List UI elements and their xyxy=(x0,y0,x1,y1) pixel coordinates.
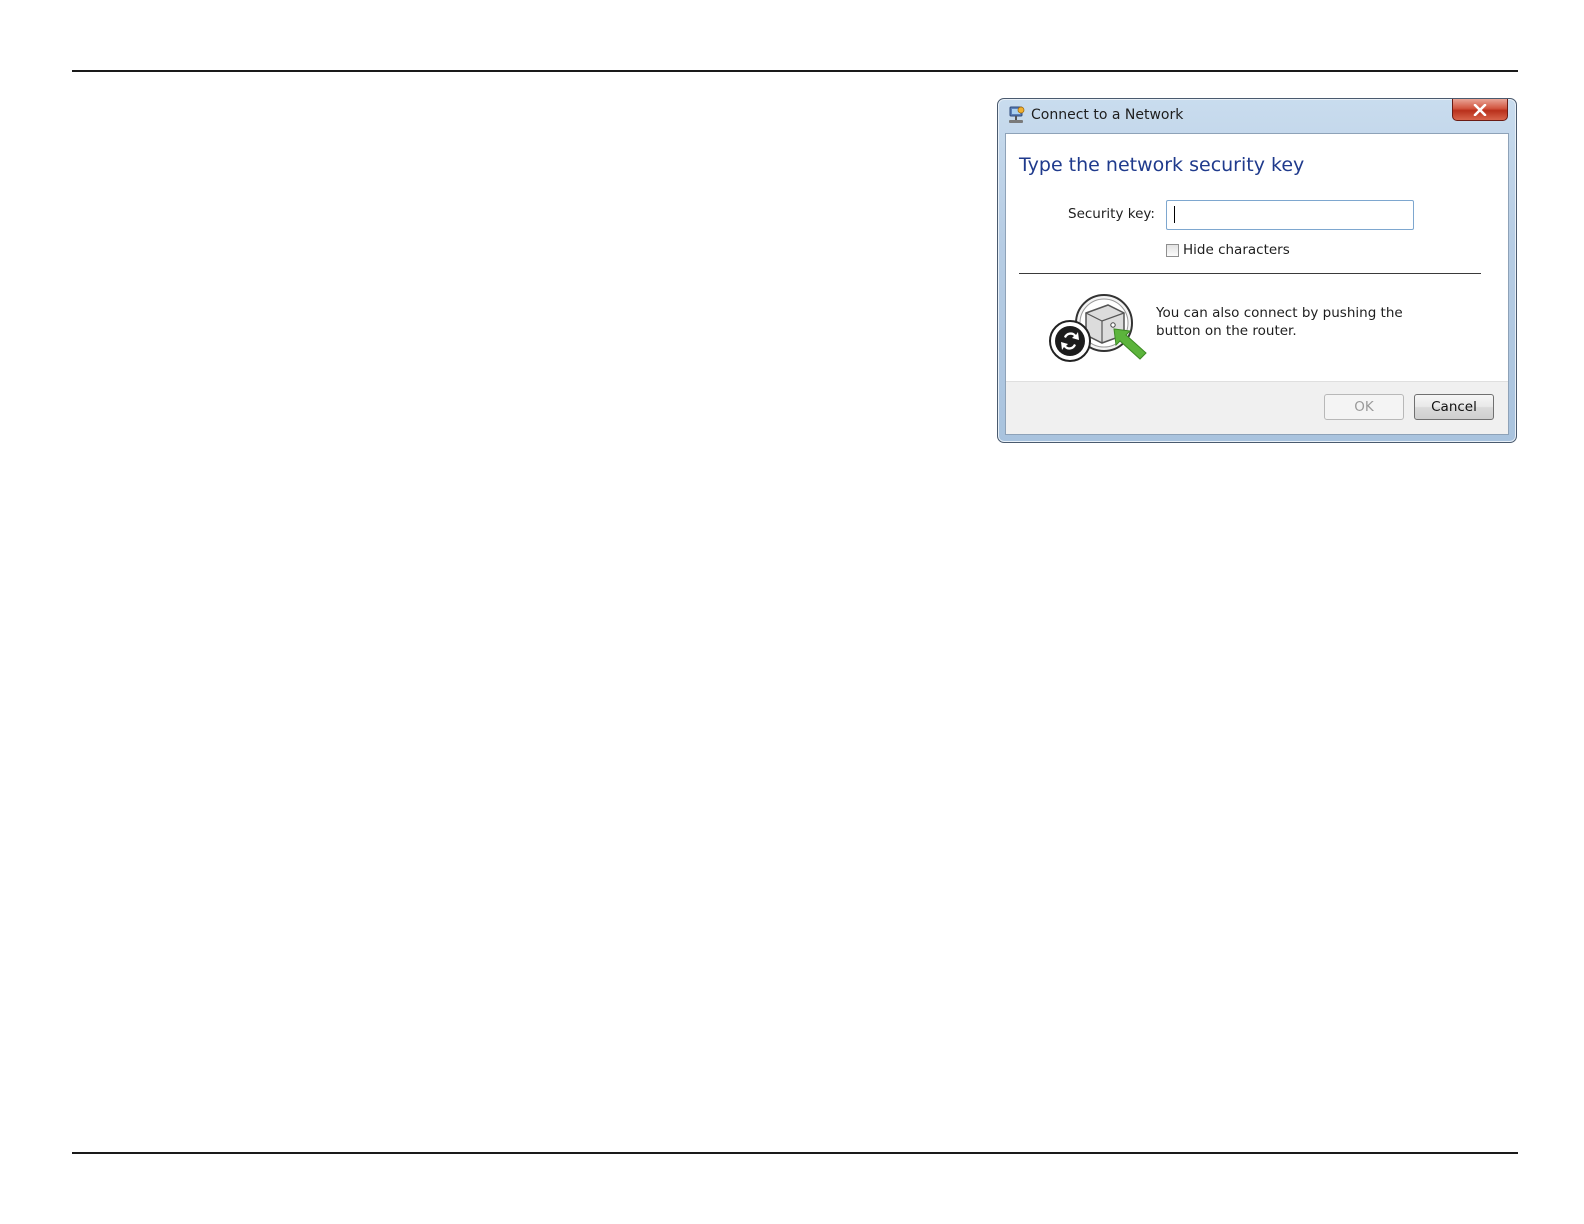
close-icon xyxy=(1473,103,1487,116)
security-key-input[interactable] xyxy=(1166,200,1414,230)
bottom-page-rule xyxy=(72,1152,1518,1154)
dialog-content: Type the network security key Security k… xyxy=(1005,133,1509,435)
dialog-footer: OK Cancel xyxy=(1006,381,1508,434)
network-icon xyxy=(1007,106,1025,124)
top-page-rule xyxy=(72,70,1518,72)
dialog-titlebar[interactable]: Connect to a Network xyxy=(998,99,1516,133)
close-button[interactable] xyxy=(1452,99,1508,121)
dialog-heading: Type the network security key xyxy=(1019,154,1305,176)
ok-button[interactable]: OK xyxy=(1324,394,1404,420)
hide-characters-checkbox[interactable] xyxy=(1166,243,1179,257)
wps-router-push-button-icon xyxy=(1046,291,1151,369)
section-divider xyxy=(1019,273,1481,274)
wps-message: You can also connect by pushing the butt… xyxy=(1156,305,1403,339)
text-caret xyxy=(1174,206,1175,223)
hide-characters-option[interactable]: Hide characters xyxy=(1166,242,1290,258)
connect-to-network-dialog: Connect to a Network Type the network se… xyxy=(997,98,1517,443)
cancel-button[interactable]: Cancel xyxy=(1414,394,1494,420)
dialog-title: Connect to a Network xyxy=(1031,107,1184,123)
hide-characters-label: Hide characters xyxy=(1183,242,1290,258)
security-key-label: Security key: xyxy=(1068,206,1155,222)
